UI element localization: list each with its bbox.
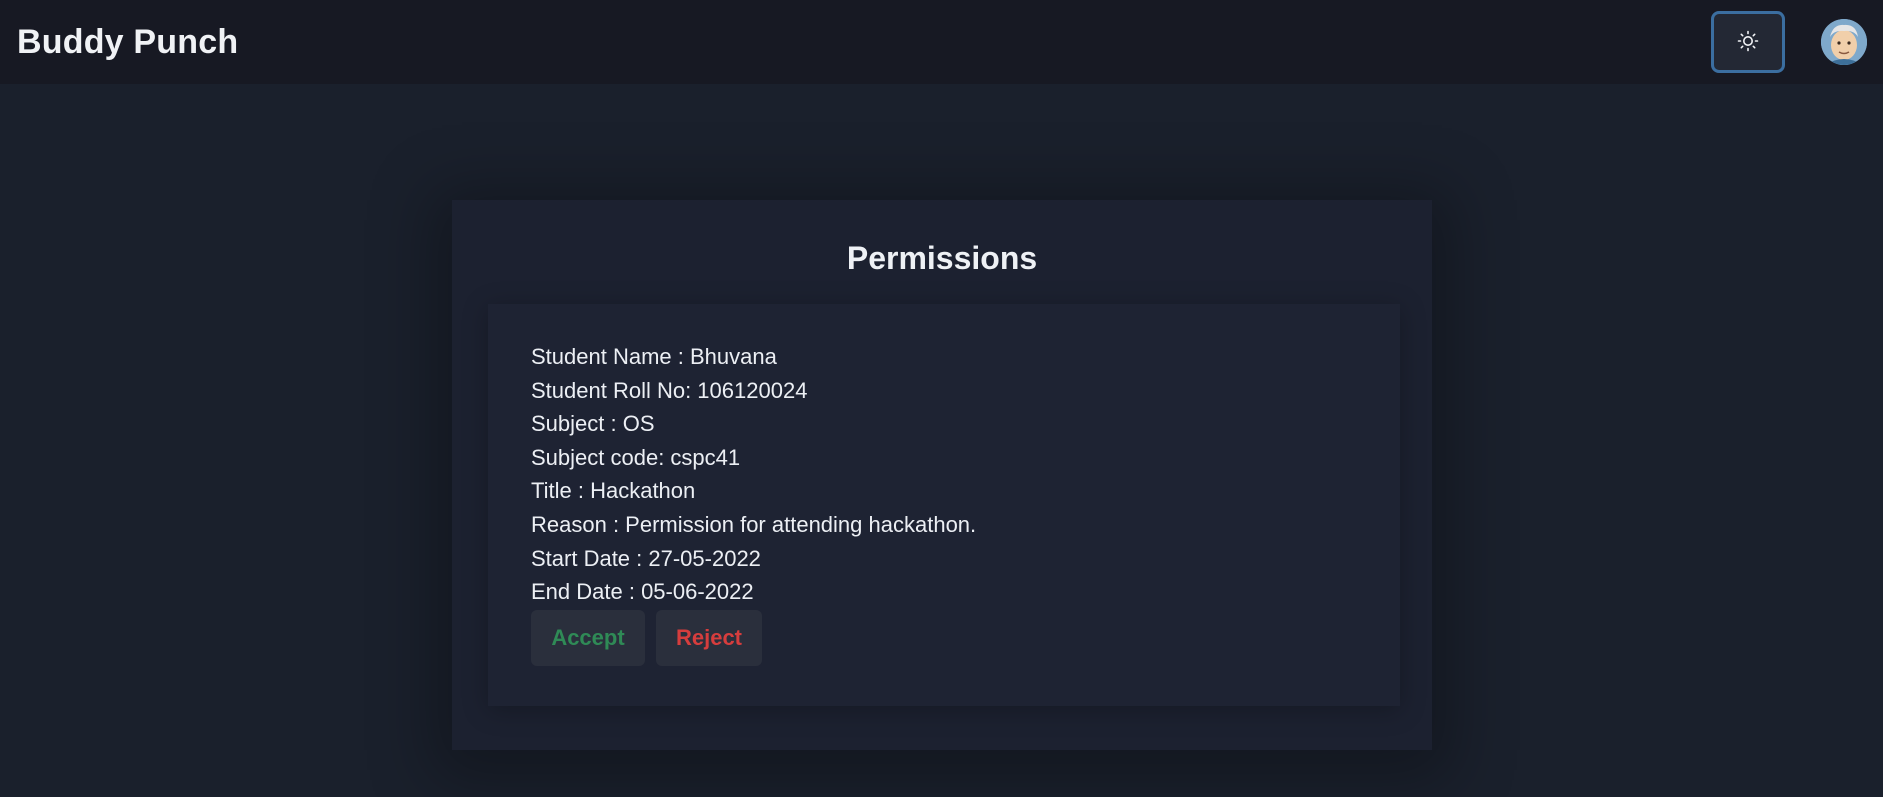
end-date: End Date : 05-06-2022	[531, 579, 754, 605]
theme-toggle-button[interactable]	[1711, 11, 1785, 73]
page-title: Permissions	[846, 240, 1038, 276]
avatar-icon	[1821, 19, 1867, 65]
start-date: Start Date : 27-05-2022	[531, 545, 761, 571]
student-roll-no: Student Roll No: 106120024	[531, 377, 808, 403]
sun-icon	[1737, 30, 1759, 55]
accept-button[interactable]: Accept	[531, 610, 645, 666]
user-avatar[interactable]	[1821, 19, 1867, 65]
request-details: Student Name : Bhuvana Student Roll No: …	[531, 340, 976, 609]
top-navbar: Buddy Punch	[0, 0, 1883, 84]
permission-request-card: Student Name : Bhuvana Student Roll No: …	[488, 304, 1400, 706]
request-actions: Accept Reject	[531, 610, 762, 666]
student-name: Student Name : Bhuvana	[531, 344, 777, 369]
request-title: Title : Hackathon	[531, 478, 696, 504]
reject-button[interactable]: Reject	[656, 610, 762, 666]
subject: Subject : OS	[531, 411, 655, 437]
brand-title: Buddy Punch	[17, 22, 239, 61]
subject-code: Subject code: cspc41	[531, 444, 741, 470]
permissions-panel: Permissions Student Name : Bhuvana Stude…	[452, 200, 1432, 750]
top-actions	[1711, 11, 1867, 73]
request-reason: Reason : Permission for attending hackat…	[531, 511, 977, 537]
